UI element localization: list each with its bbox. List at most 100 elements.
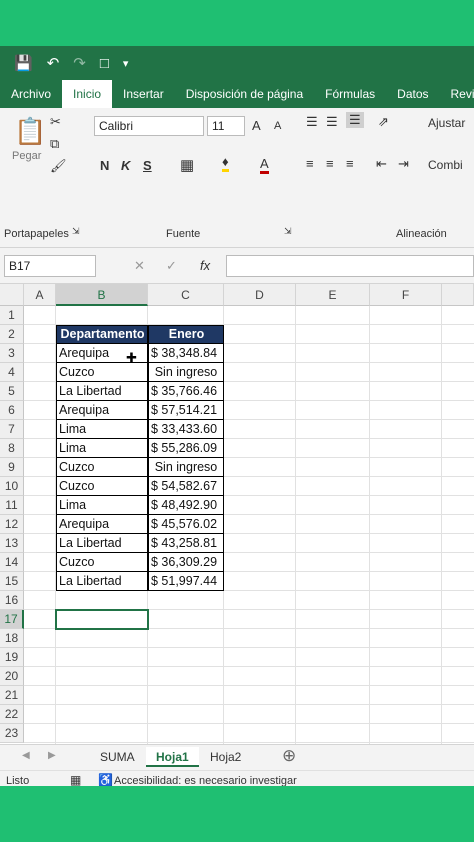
add-sheet-icon[interactable]: ⊕ [282, 746, 296, 766]
column-header-e[interactable]: E [296, 284, 370, 306]
row-header-23[interactable]: 23 [0, 724, 24, 743]
ribbon: 📋 Pegar ✂ ⧉ 🖌 Portapapeles ⇲ Calibri 11 … [0, 108, 474, 248]
tab-revisar[interactable]: Revisar [440, 80, 474, 108]
insert-function-icon[interactable]: fx [200, 258, 210, 273]
table-row-border [56, 343, 224, 344]
row-header-19[interactable]: 19 [0, 648, 24, 667]
row-header-2[interactable]: 2 [0, 325, 24, 344]
grid-line [441, 306, 442, 744]
select-all-corner[interactable] [0, 284, 24, 306]
paste-icon[interactable]: 📋 [14, 116, 46, 147]
sheet-tab-suma[interactable]: SUMA [90, 747, 145, 767]
copy-icon[interactable]: ⧉ [50, 136, 59, 152]
merge-button[interactable]: Combi [428, 158, 463, 172]
decrease-indent-icon[interactable]: ⇤ [376, 156, 387, 172]
borders-icon[interactable]: ▦ [180, 156, 194, 174]
cancel-icon[interactable]: ✕ [134, 258, 145, 274]
sheet-tab-hoja2[interactable]: Hoja2 [200, 747, 251, 767]
cut-icon[interactable]: ✂ [50, 114, 61, 130]
underline-button[interactable]: S [143, 158, 152, 173]
font-color-button[interactable]: A [260, 156, 269, 174]
dialog-launcher-icon[interactable]: ⇲ [72, 226, 80, 237]
font-size-select[interactable]: 11 [207, 116, 245, 136]
grow-font-button[interactable]: A [252, 118, 261, 133]
grid-line [24, 742, 474, 743]
row-header-12[interactable]: 12 [0, 515, 24, 534]
row-header-8[interactable]: 8 [0, 439, 24, 458]
bold-button[interactable]: N [100, 158, 109, 173]
row-header-5[interactable]: 5 [0, 382, 24, 401]
column-header-c[interactable]: C [148, 284, 224, 306]
row-header-21[interactable]: 21 [0, 686, 24, 705]
customize-qat[interactable]: ▾ [123, 57, 129, 70]
row-header-22[interactable]: 22 [0, 705, 24, 724]
macro-icon[interactable]: ▦ [70, 773, 81, 786]
row-header-18[interactable]: 18 [0, 629, 24, 648]
font-name-select[interactable]: Calibri [94, 116, 204, 136]
name-box[interactable]: B17 [4, 255, 96, 277]
align-center-icon[interactable]: ≡ [326, 156, 334, 171]
row-header-11[interactable]: 11 [0, 496, 24, 515]
table-row-border [56, 362, 224, 363]
font-group-label: Fuente [166, 228, 201, 240]
row-header-4[interactable]: 4 [0, 363, 24, 382]
fill-color-icon[interactable]: ♦ [222, 154, 229, 172]
accessibility-status[interactable]: Accesibilidad: es necesario investigar [114, 775, 297, 786]
align-right-icon[interactable]: ≡ [346, 156, 354, 171]
active-cell-b17[interactable] [55, 609, 149, 630]
row-header-10[interactable]: 10 [0, 477, 24, 496]
tab-disposicion[interactable]: Disposición de página [175, 80, 314, 108]
align-bottom-icon[interactable]: ☰ [346, 112, 364, 128]
align-top-icon[interactable]: ☰ [306, 114, 318, 130]
tab-formulas[interactable]: Fórmulas [314, 80, 386, 108]
column-header-d[interactable]: D [224, 284, 296, 306]
grid-line [295, 306, 296, 744]
row-header-6[interactable]: 6 [0, 401, 24, 420]
formula-bar: B17 ✕ ✓ fx [0, 248, 474, 284]
row-header-16[interactable]: 16 [0, 591, 24, 610]
row-header-13[interactable]: 13 [0, 534, 24, 553]
row-header-15[interactable]: 15 [0, 572, 24, 591]
shrink-font-button[interactable]: A [274, 120, 281, 132]
tab-inicio[interactable]: Inicio [62, 80, 113, 108]
align-left-icon[interactable]: ≡ [306, 156, 314, 171]
save-icon[interactable]: 💾 [14, 54, 33, 72]
tab-archivo[interactable]: Archivo [0, 80, 62, 108]
column-header-a[interactable]: A [24, 284, 56, 306]
font-dialog-launcher-icon[interactable]: ⇲ [284, 226, 292, 237]
column-header-f[interactable]: F [370, 284, 442, 306]
tab-insertar[interactable]: Insertar [112, 80, 175, 108]
spreadsheet-grid[interactable]: A B C D E F 1 2 3 4 5 6 7 8 9 10 11 12 13 14 15 16 17 18 19 20 21 2… [0, 284, 474, 744]
table-row-border [56, 476, 224, 477]
formula-input[interactable] [226, 255, 474, 277]
row-header-9[interactable]: 9 [0, 458, 24, 477]
row-header-1[interactable]: 1 [0, 306, 24, 325]
align-middle-icon[interactable]: ☰ [326, 114, 338, 130]
orientation-icon[interactable]: ⇗ [378, 114, 389, 130]
row-header-7[interactable]: 7 [0, 420, 24, 439]
accessibility-icon[interactable]: ♿ [98, 773, 113, 786]
scroll-right-icon[interactable]: ▶ [48, 750, 56, 761]
italic-button[interactable]: K [121, 158, 130, 173]
row-header-20[interactable]: 20 [0, 667, 24, 686]
wrap-text-button[interactable]: Ajustar [428, 116, 465, 130]
grid-line [24, 723, 474, 724]
table-row-border [56, 571, 224, 572]
row-header-17[interactable]: 17 [0, 610, 24, 629]
undo-icon[interactable]: ↶ [47, 54, 60, 72]
column-header-b[interactable]: B [56, 284, 148, 306]
row-header-14[interactable]: 14 [0, 553, 24, 572]
grid-line [369, 306, 370, 744]
redo-icon[interactable]: ↷ [73, 54, 86, 72]
row-header-3[interactable]: 3 [0, 344, 24, 363]
column-header-filler [442, 284, 474, 306]
cell-cursor-icon: ✚ [126, 350, 137, 365]
paste-label[interactable]: Pegar [12, 150, 41, 162]
scroll-left-icon[interactable]: ◀ [22, 750, 30, 761]
format-painter-icon[interactable]: 🖌 [50, 158, 67, 174]
tab-datos[interactable]: Datos [386, 80, 439, 108]
sheet-tab-hoja1[interactable]: Hoja1 [146, 747, 199, 767]
enter-icon[interactable]: ✓ [166, 258, 177, 274]
increase-indent-icon[interactable]: ⇥ [398, 156, 409, 172]
new-doc-icon[interactable]: □ [100, 55, 109, 72]
